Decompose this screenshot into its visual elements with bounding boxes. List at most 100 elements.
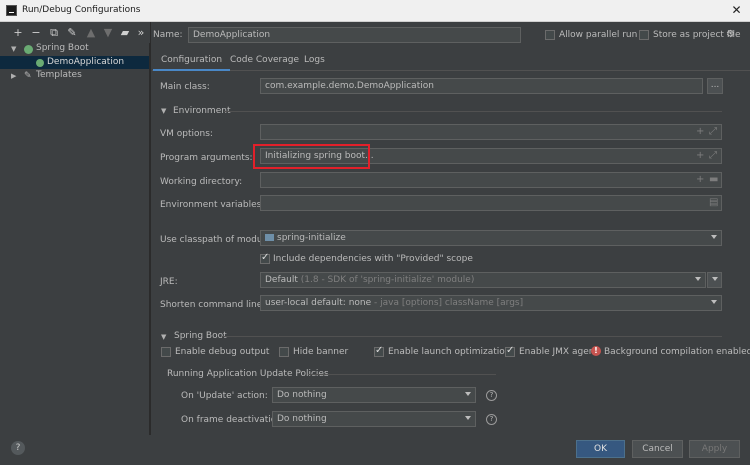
spring-boot-run-icon — [36, 59, 44, 67]
expand-right-icon[interactable]: ▶ — [11, 72, 16, 80]
debug-output-checkbox[interactable] — [161, 347, 171, 357]
add-config-button[interactable]: + — [11, 26, 25, 40]
shorten-value: user-local default: none — [265, 298, 372, 308]
help-icon[interactable]: ? — [486, 390, 497, 401]
name-label: Name: — [153, 30, 183, 40]
expand-icon[interactable]: ⤢ — [709, 150, 717, 162]
include-provided-checkbox[interactable] — [260, 252, 270, 264]
tree-item-label: Spring Boot — [36, 43, 89, 53]
config-toolbar: + − ⧉ ✎ ▲ ▼ ▰ » — [0, 24, 150, 44]
folder-icon[interactable]: ▰ — [118, 26, 132, 40]
include-provided-label: Include dependencies with "Provided" sco… — [273, 254, 473, 264]
tree-item-label: Templates — [36, 70, 82, 80]
vm-options-field[interactable]: + ⤢ — [260, 124, 722, 140]
document-icon[interactable]: ▤ — [709, 197, 718, 209]
folder-icon[interactable]: ▬ — [709, 174, 718, 186]
classpath-select[interactable]: spring-initialize — [260, 230, 722, 246]
name-field[interactable]: DemoApplication — [188, 27, 521, 43]
panel-divider — [150, 22, 151, 435]
wrench-icon[interactable]: ✎ — [65, 26, 79, 40]
jre-label: JRE: — [160, 277, 178, 287]
on-frame-select[interactable]: Do nothing — [272, 411, 476, 427]
plus-icon[interactable]: + — [696, 174, 704, 186]
main-class-field[interactable]: com.example.demo.DemoApplication — [260, 78, 703, 94]
move-down-button[interactable]: ▼ — [101, 26, 115, 40]
more-button[interactable]: » — [134, 26, 148, 40]
spring-boot-section-title: Spring Boot — [174, 331, 227, 341]
on-frame-label: On frame deactivation: — [181, 415, 286, 425]
title-bar: Run/Debug Configurations ✕ — [0, 0, 750, 22]
config-tree: ▼ Spring Boot DemoApplication ▶ ✎ Templa… — [0, 43, 150, 435]
main-class-label: Main class: — [160, 82, 210, 92]
help-icon[interactable]: ? — [486, 414, 497, 425]
hide-banner-checkbox[interactable] — [279, 347, 289, 357]
launch-optimization-label: Enable launch optimization — [388, 347, 511, 357]
collapse-environment-icon[interactable]: ▼ — [161, 107, 166, 115]
shorten-select[interactable]: user-local default: none - java [options… — [260, 295, 722, 311]
ok-button[interactable]: OK — [576, 440, 625, 458]
jre-value: Default — [265, 275, 298, 285]
highlight-box — [253, 144, 370, 169]
gear-icon[interactable]: ⚙ — [726, 29, 735, 40]
tab-code-coverage[interactable]: Code Coverage — [222, 52, 307, 71]
chevron-down-icon — [695, 277, 701, 281]
jre-select[interactable]: Default (1.8 - SDK of 'spring-initialize… — [260, 272, 706, 288]
error-icon: ! — [591, 346, 601, 356]
launch-optimization-checkbox[interactable] — [374, 345, 384, 357]
tree-item-demo-application[interactable]: DemoApplication — [0, 56, 149, 69]
on-update-select[interactable]: Do nothing — [272, 387, 476, 403]
move-up-button[interactable]: ▲ — [84, 26, 98, 40]
chevron-down-icon — [711, 277, 718, 281]
intellij-app-icon — [6, 5, 17, 16]
jmx-agent-checkbox[interactable] — [505, 345, 515, 357]
debug-output-label: Enable debug output — [175, 347, 270, 357]
tree-item-templates[interactable]: ▶ ✎ Templates — [0, 70, 149, 83]
plus-icon[interactable]: + — [696, 126, 704, 138]
section-divider — [308, 374, 496, 375]
program-arguments-label: Program arguments: — [160, 153, 253, 163]
cancel-button[interactable]: Cancel — [632, 440, 683, 458]
section-divider — [224, 111, 722, 112]
store-project-checkbox[interactable] — [639, 30, 649, 40]
tab-configuration[interactable]: Configuration — [153, 52, 231, 71]
chevron-down-icon — [465, 416, 471, 420]
allow-parallel-label: Allow parallel run — [559, 30, 638, 40]
environment-section-title: Environment — [173, 106, 231, 116]
chevron-down-icon — [711, 300, 717, 304]
plus-icon[interactable]: + — [696, 150, 704, 162]
expand-icon[interactable]: ⤢ — [709, 126, 717, 138]
classpath-label: Use classpath of module: — [160, 235, 274, 245]
chevron-down-icon — [465, 392, 471, 396]
classpath-value: spring-initialize — [277, 233, 346, 243]
copy-config-button[interactable]: ⧉ — [47, 26, 61, 40]
expand-down-icon[interactable]: ▼ — [11, 45, 16, 53]
wrench-icon: ✎ — [24, 71, 32, 81]
chevron-down-icon — [711, 235, 717, 239]
tree-item-label: DemoApplication — [47, 57, 125, 67]
window-title: Run/Debug Configurations — [22, 5, 141, 15]
tree-item-spring-boot[interactable]: ▼ Spring Boot — [0, 43, 149, 56]
working-directory-field[interactable]: + ▬ — [260, 172, 722, 188]
jmx-agent-label: Enable JMX agent — [519, 347, 598, 357]
spring-boot-icon — [24, 45, 33, 54]
working-directory-label: Working directory: — [160, 177, 243, 187]
help-button[interactable]: ? — [11, 441, 25, 455]
jre-browse-button[interactable] — [707, 272, 722, 288]
on-update-label: On 'Update' action: — [181, 391, 268, 401]
remove-config-button[interactable]: − — [29, 26, 43, 40]
section-divider — [222, 336, 722, 337]
allow-parallel-checkbox[interactable] — [545, 30, 555, 40]
apply-button[interactable]: Apply — [689, 440, 740, 458]
close-icon[interactable]: ✕ — [723, 0, 750, 22]
hide-banner-label: Hide banner — [293, 347, 349, 357]
collapse-spring-boot-icon[interactable]: ▼ — [161, 333, 166, 341]
module-icon — [265, 234, 274, 241]
jre-hint: (1.8 - SDK of 'spring-initialize' module… — [300, 275, 475, 285]
update-policies-title: Running Application Update Policies — [167, 369, 329, 379]
shorten-label: Shorten command line: — [160, 300, 266, 310]
tab-logs[interactable]: Logs — [296, 52, 333, 71]
vm-options-label: VM options: — [160, 129, 213, 139]
browse-main-class-button[interactable]: ... — [707, 78, 723, 94]
env-vars-field[interactable]: ▤ — [260, 195, 722, 211]
background-compilation-label: Background compilation enabled — [604, 347, 750, 357]
